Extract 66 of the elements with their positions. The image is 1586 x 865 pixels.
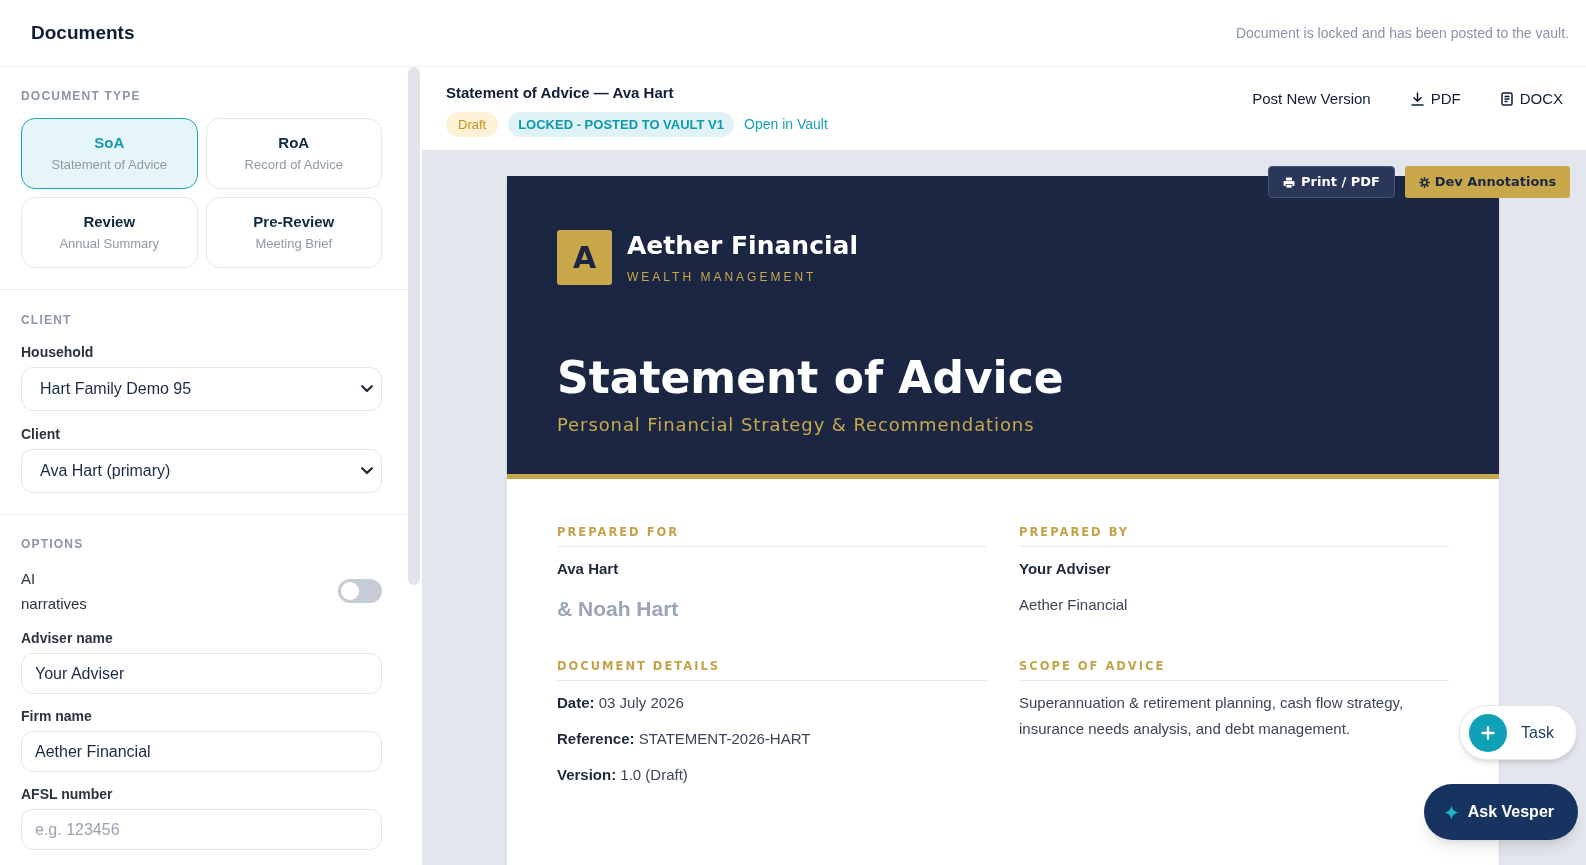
detail-text: Version: 1.0 (Draft) xyxy=(557,765,689,785)
status-badge: Draft xyxy=(446,112,499,137)
document-icon xyxy=(1500,92,1513,106)
card-title: Review xyxy=(83,212,136,232)
sparkle-icon xyxy=(1443,804,1459,820)
firm-name: Aether Financial xyxy=(627,231,858,261)
firm-tagline: WEALTH MANAGEMENT xyxy=(627,269,818,285)
document-title: Statement of Advice — Ava Hart xyxy=(446,83,675,103)
text-input[interactable]: e.g. 123456 xyxy=(21,809,382,850)
select-field[interactable]: Hart Family Demo 95 xyxy=(21,367,382,411)
scope-paragraph: Superannuation & retirement planning, cash flow strategy, insurance needs analysis, and debt management. xyxy=(1019,693,1405,739)
field-label: Household xyxy=(21,343,95,362)
section-heading: DOCUMENT DETAILS xyxy=(557,658,987,681)
select-field[interactable]: Ava Hart (primary) xyxy=(21,449,382,493)
printer-icon xyxy=(1283,176,1296,188)
section-heading: PREPARED FOR xyxy=(557,524,987,547)
card-description: Annual Summary xyxy=(59,235,160,253)
logo-mark: A xyxy=(557,230,612,285)
document-type-card[interactable]: RoA Record of Advice xyxy=(205,118,382,189)
name-text: Your Adviser xyxy=(1019,559,1112,579)
chevron-down-icon xyxy=(361,385,373,393)
detail-text: Aether Financial xyxy=(1019,595,1129,615)
field-label: Client xyxy=(21,425,61,444)
status-message: Document is locked and has been posted to the vault. xyxy=(1235,24,1569,43)
header-action-button[interactable]: DOCX xyxy=(1500,89,1563,109)
gear-icon xyxy=(1418,176,1430,188)
card-title: Pre-Review xyxy=(253,212,335,232)
section-heading: PREPARED BY xyxy=(1019,524,1449,547)
header-action-button[interactable]: Post New Version xyxy=(1252,89,1371,109)
text-input[interactable]: Your Adviser xyxy=(21,653,382,694)
section-heading: CLIENT xyxy=(21,312,73,328)
section-heading: DOCUMENT TYPE xyxy=(21,88,142,104)
field-label: Firm name xyxy=(21,707,93,726)
document-subtitle: Personal Financial Strategy & Recommendations xyxy=(557,413,1036,437)
toggle-switch[interactable] xyxy=(338,579,382,603)
field-label: AFSL number xyxy=(21,785,114,804)
ask-assistant-button[interactable]: Ask Vesper xyxy=(1423,784,1578,840)
dev-annotations-button[interactable]: Dev Annotations xyxy=(1405,166,1570,198)
section-heading: OPTIONS xyxy=(21,536,85,552)
toggle-label: AI narratives xyxy=(21,569,88,614)
page-title: Documents xyxy=(31,21,135,45)
detail-text: Reference: STATEMENT-2026-HART xyxy=(557,729,812,749)
header-action-button[interactable]: PDF xyxy=(1410,89,1461,109)
select-value: Ava Hart (primary) xyxy=(40,461,171,481)
card-title: SoA xyxy=(94,133,125,153)
scrollbar-thumb[interactable] xyxy=(408,67,420,585)
status-badge: LOCKED - POSTED TO VAULT V1 xyxy=(508,112,735,137)
print-pdf-button[interactable]: Print / PDF xyxy=(1268,166,1395,198)
text-input[interactable]: Aether Financial xyxy=(21,731,382,772)
secondary-name-text: & Noah Hart xyxy=(557,596,680,622)
document-type-card[interactable]: Review Annual Summary xyxy=(21,197,198,268)
section-heading: SCOPE OF ADVICE xyxy=(1019,658,1449,681)
card-description: Record of Advice xyxy=(244,156,343,174)
document-heading: Statement of Advice xyxy=(557,353,1065,403)
document-type-card[interactable]: Pre-Review Meeting Brief xyxy=(205,197,382,268)
name-text: Ava Hart xyxy=(557,559,620,579)
task-button[interactable]: Task xyxy=(1459,705,1577,760)
select-value: Hart Family Demo 95 xyxy=(40,379,192,399)
card-description: Meeting Brief xyxy=(255,235,333,253)
field-label: Adviser name xyxy=(21,629,114,648)
card-description: Statement of Advice xyxy=(51,156,168,174)
download-icon xyxy=(1410,92,1424,106)
plus-icon xyxy=(1469,713,1508,752)
detail-text: Date: 03 July 2026 xyxy=(557,693,685,713)
card-title: RoA xyxy=(278,133,310,153)
chevron-down-icon xyxy=(361,467,373,475)
